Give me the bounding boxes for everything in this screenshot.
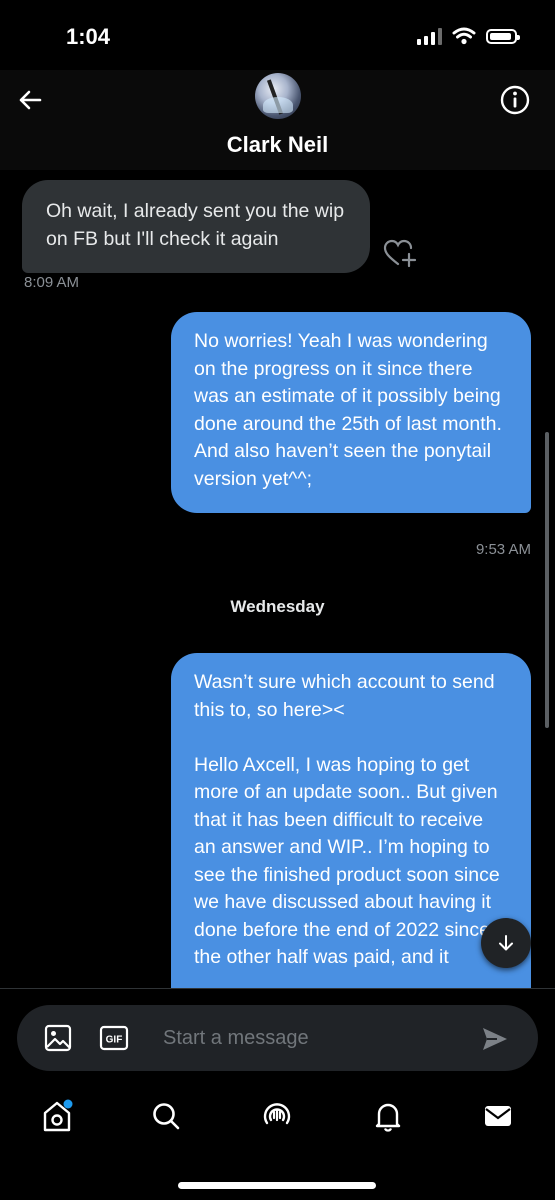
add-reaction-icon[interactable]: [383, 238, 417, 270]
scrollbar[interactable]: [545, 432, 549, 728]
message-input[interactable]: [163, 1023, 453, 1053]
search-icon: [153, 1103, 180, 1130]
message-thread[interactable]: Oh wait, I already sent you the wip on F…: [0, 170, 555, 988]
message-timestamp: 9:53 AM: [475, 541, 531, 558]
outgoing-message-bubble[interactable]: No worries! Yeah I was wondering on the …: [171, 312, 531, 513]
battery-icon: [486, 28, 520, 44]
outgoing-message-bubble[interactable]: Wasn’t sure which account to send this t…: [171, 653, 531, 988]
image-icon[interactable]: [43, 1023, 73, 1053]
nav-spaces[interactable]: [257, 1096, 297, 1136]
nav-search[interactable]: [146, 1096, 186, 1136]
contact-name[interactable]: Clark Neil: [0, 132, 555, 158]
notification-badge: [63, 1099, 73, 1109]
conversation-header: Clark Neil: [0, 70, 555, 170]
status-bar: 1:04: [0, 0, 555, 70]
nav-home[interactable]: [37, 1096, 77, 1136]
bottom-nav: [0, 1078, 555, 1200]
messages-icon: [485, 1106, 511, 1126]
composer-bar: GIF: [0, 988, 555, 1079]
arrow-down-icon: [499, 935, 513, 951]
nav-messages[interactable]: [478, 1096, 518, 1136]
back-arrow-icon[interactable]: [14, 84, 46, 116]
gif-label: GIF: [106, 1035, 123, 1046]
cellular-signal-icon: [417, 27, 442, 45]
message-composer: GIF: [17, 1005, 538, 1071]
day-separator: Wednesday: [230, 597, 325, 616]
incoming-message-bubble[interactable]: Oh wait, I already sent you the wip on F…: [22, 180, 370, 273]
nav-notifications[interactable]: [368, 1096, 408, 1136]
scroll-to-bottom-button[interactable]: [481, 918, 531, 968]
message-text: No worries! Yeah I was wondering on the …: [194, 330, 502, 490]
gif-icon[interactable]: GIF: [99, 1025, 129, 1051]
status-time: 1:04: [66, 24, 111, 49]
spaces-icon: [263, 1103, 291, 1125]
home-icon: [43, 1099, 73, 1132]
info-icon[interactable]: [499, 84, 531, 116]
notifications-icon: [375, 1103, 401, 1132]
send-icon[interactable]: [480, 1024, 510, 1054]
avatar[interactable]: [255, 73, 301, 119]
wifi-icon: [452, 27, 476, 45]
message-text: Oh wait, I already sent you the wip on F…: [46, 200, 345, 250]
message-text: Wasn’t sure which account to send this t…: [194, 671, 500, 968]
status-icons: [417, 27, 520, 45]
home-indicator[interactable]: [178, 1182, 376, 1189]
message-timestamp: 8:09 AM: [24, 274, 80, 291]
